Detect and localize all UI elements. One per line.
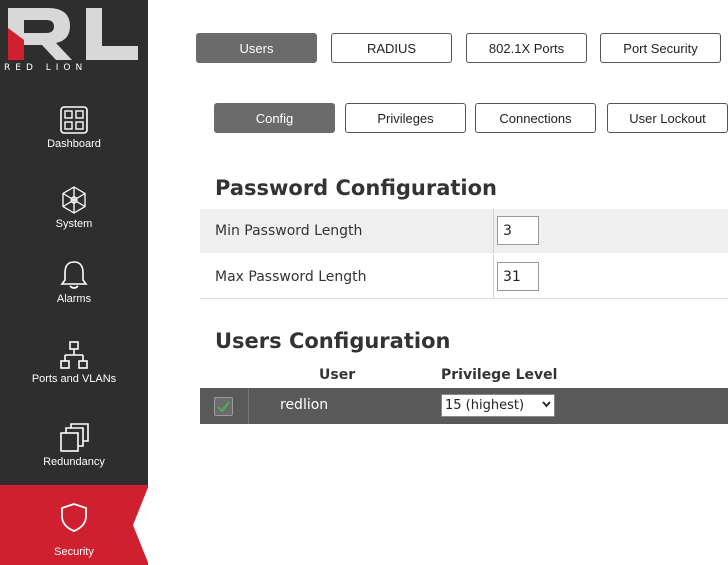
tab-users[interactable]: Users bbox=[196, 33, 317, 63]
sidebar-item-security[interactable]: Security bbox=[0, 485, 149, 565]
subtab-user-lockout[interactable]: User Lockout bbox=[607, 103, 728, 133]
privilege-level-select[interactable]: 15 (highest) bbox=[441, 394, 555, 417]
privilege-level-value: 15 (highest) bbox=[445, 398, 525, 413]
dashboard-icon bbox=[60, 106, 88, 134]
system-icon bbox=[62, 186, 86, 214]
logo-mark-icon bbox=[8, 8, 138, 60]
sidebar-item-label: Dashboard bbox=[47, 138, 101, 150]
min-password-input[interactable] bbox=[497, 216, 539, 245]
min-password-label: Min Password Length bbox=[215, 223, 363, 239]
subtab-connections[interactable]: Connections bbox=[475, 103, 596, 133]
subtab-privileges[interactable]: Privileges bbox=[345, 103, 466, 133]
sidebar-item-redundancy[interactable]: Redundancy bbox=[0, 408, 148, 488]
main-content: Config Privileges Connections User Locko… bbox=[173, 95, 728, 565]
sidebar-item-label: System bbox=[55, 218, 93, 230]
sidebar-item-alarms[interactable]: Alarms bbox=[0, 245, 148, 325]
column-header-privilege: Privilege Level bbox=[441, 367, 558, 383]
user-name: redlion bbox=[280, 397, 329, 413]
max-password-row: Max Password Length bbox=[200, 255, 728, 299]
min-password-row: Min Password Length bbox=[200, 209, 728, 253]
chevron-down-icon bbox=[542, 397, 551, 414]
sidebar: RED LION Dashboard System Alarms Ports a… bbox=[0, 0, 149, 565]
sidebar-item-label: Redundancy bbox=[43, 456, 105, 468]
shield-icon bbox=[61, 503, 87, 532]
max-password-input[interactable] bbox=[497, 262, 539, 291]
max-password-label: Max Password Length bbox=[215, 269, 367, 285]
users-config-title: Users Configuration bbox=[215, 329, 451, 353]
user-row-checkbox[interactable] bbox=[214, 397, 233, 416]
password-config-title: Password Configuration bbox=[215, 176, 498, 200]
tab-radius[interactable]: RADIUS bbox=[331, 33, 452, 63]
sidebar-item-label: Alarms bbox=[56, 293, 92, 305]
check-icon bbox=[217, 401, 230, 413]
app-root: RED LION Dashboard System Alarms Ports a… bbox=[0, 0, 728, 565]
row-separator bbox=[248, 388, 249, 424]
sidebar-item-dashboard[interactable]: Dashboard bbox=[0, 90, 148, 170]
sidebar-item-label: Ports and VLANs bbox=[31, 373, 117, 385]
sidebar-item-ports-and-vlans[interactable]: Ports and VLANs bbox=[0, 325, 148, 405]
red-lion-logo: RED LION bbox=[0, 0, 148, 88]
sidebar-item-system[interactable]: System bbox=[0, 170, 148, 250]
table-row: redlion 15 (highest) bbox=[200, 388, 728, 424]
network-icon bbox=[60, 341, 88, 369]
brand-wordmark: RED LION bbox=[4, 63, 88, 73]
bell-icon bbox=[60, 261, 88, 289]
row-divider bbox=[493, 209, 494, 253]
row-divider bbox=[493, 255, 494, 299]
sidebar-item-label: Security bbox=[54, 546, 94, 558]
redundancy-icon bbox=[60, 423, 89, 452]
tab-port-security[interactable]: Port Security bbox=[600, 33, 721, 63]
top-tab-bar: Users RADIUS 802.1X Ports Port Security bbox=[148, 0, 728, 95]
subtab-config[interactable]: Config bbox=[214, 103, 335, 133]
column-header-user: User bbox=[319, 367, 356, 383]
tab-8021x-ports[interactable]: 802.1X Ports bbox=[466, 33, 587, 63]
